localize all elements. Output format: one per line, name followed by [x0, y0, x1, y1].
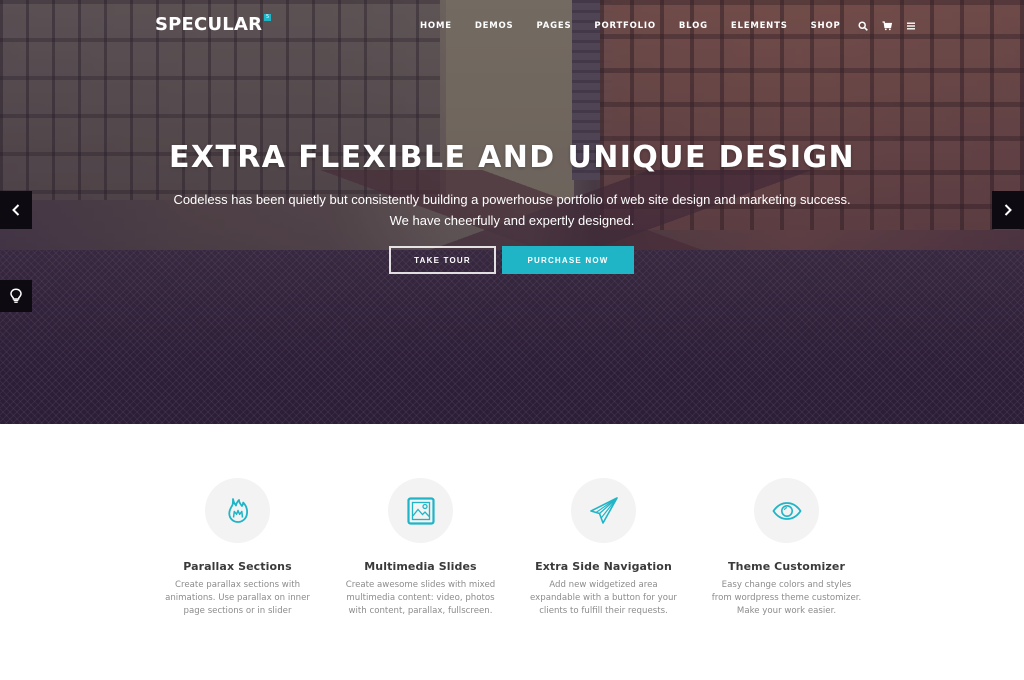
- paper-plane-icon: [589, 496, 618, 524]
- image-icon: [406, 496, 435, 525]
- slider-prev-button[interactable]: [0, 191, 32, 229]
- feature-title: Theme Customizer: [728, 560, 845, 573]
- logo-text: SPECULAR: [155, 14, 263, 35]
- hero-subtitle: Codeless has been quietly but consistent…: [0, 189, 1024, 231]
- nav-item-home[interactable]: HOME: [420, 21, 452, 31]
- feature-parallax-sections: Parallax Sections Create parallax sectio…: [146, 478, 329, 618]
- take-tour-button[interactable]: TAKE TOUR: [389, 246, 496, 274]
- feature-multimedia-slides: Multimedia Slides Create awesome slides …: [329, 478, 512, 618]
- search-icon[interactable]: [857, 20, 869, 32]
- flame-icon: [227, 497, 248, 523]
- nav-item-demos[interactable]: DEMOS: [475, 21, 514, 31]
- feature-description: Add new widgetized area expandable with …: [530, 580, 677, 616]
- hero-title: EXTRA FLEXIBLE AND UNIQUE DESIGN: [169, 140, 855, 175]
- lightbulb-icon: [10, 288, 22, 303]
- slider-next-button[interactable]: [992, 191, 1024, 229]
- feature-icon-circle: [388, 478, 453, 543]
- feature-icon-circle: [754, 478, 819, 543]
- logo-badge: 5: [264, 14, 272, 21]
- eye-icon: [771, 501, 802, 520]
- nav-item-pages[interactable]: PAGES: [536, 21, 571, 31]
- feature-title: Multimedia Slides: [364, 560, 477, 573]
- main-nav: HOME DEMOS PAGES PORTFOLIO BLOG ELEMENTS…: [420, 20, 929, 32]
- hero-slider: SPECULAR 5 HOME DEMOS PAGES PORTFOLIO BL…: [0, 0, 1024, 424]
- nav-item-blog[interactable]: BLOG: [679, 21, 708, 31]
- feature-description: Create awesome slides with mixed multime…: [345, 580, 496, 616]
- feature-extra-side-navigation: Extra Side Navigation Add new widgetized…: [512, 478, 695, 618]
- feature-icon-circle: [205, 478, 270, 543]
- purchase-now-button[interactable]: PURCHASE NOW: [502, 246, 634, 274]
- menu-icon[interactable]: [905, 20, 917, 32]
- feature-theme-customizer: Theme Customizer Easy change colors and …: [695, 478, 878, 618]
- site-logo[interactable]: SPECULAR 5: [155, 14, 272, 40]
- cart-icon[interactable]: [881, 20, 893, 32]
- feature-description: Create parallax sections with animations…: [165, 580, 310, 616]
- nav-item-shop[interactable]: SHOP: [811, 21, 841, 31]
- feature-title: Extra Side Navigation: [535, 560, 672, 573]
- side-panel-toggle-button[interactable]: [0, 280, 32, 312]
- features-section: Parallax Sections Create parallax sectio…: [0, 478, 1024, 618]
- hero-subtitle-line-2: We have cheerfully and expertly designed…: [389, 213, 635, 228]
- chevron-left-icon: [12, 204, 20, 216]
- hero-subtitle-line-1: Codeless has been quietly but consistent…: [173, 192, 851, 207]
- feature-title: Parallax Sections: [183, 560, 292, 573]
- nav-item-portfolio[interactable]: PORTFOLIO: [594, 21, 655, 31]
- nav-item-elements[interactable]: ELEMENTS: [731, 21, 788, 31]
- chevron-right-icon: [1004, 204, 1012, 216]
- feature-icon-circle: [571, 478, 636, 543]
- feature-description: Easy change colors and styles from wordp…: [711, 580, 862, 616]
